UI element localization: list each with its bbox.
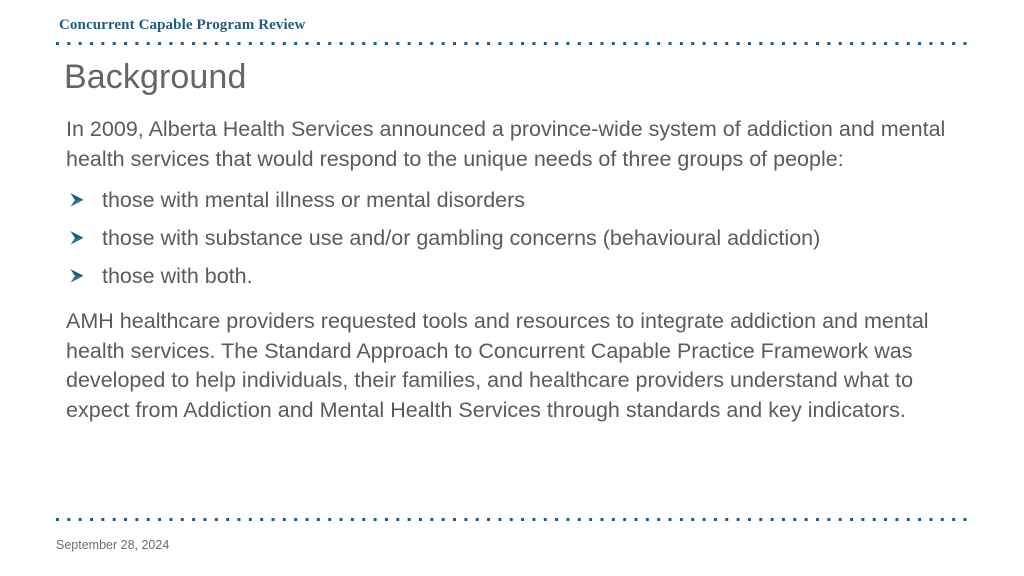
closing-paragraph: AMH healthcare providers requested tools… [66,308,929,422]
slide-header: Concurrent Capable Program Review [0,0,1024,52]
header-title: Concurrent Capable Program Review [59,17,306,33]
arrow-bullet-icon [68,189,88,209]
slide-content: In 2009, Alberta Health Services announc… [66,115,958,425]
intro-paragraph: In 2009, Alberta Health Services announc… [66,117,946,171]
bullet-list: those with mental illness or mental diso… [66,186,958,292]
list-item: those with both. [66,262,958,292]
page-title: Background [64,58,247,96]
arrow-bullet-icon [68,265,88,285]
list-item-label: those with mental illness or mental diso… [102,188,526,213]
arrow-bullet-icon [68,227,88,247]
slide: Concurrent Capable Program Review Backgr… [0,0,1024,576]
header-dotted-divider [56,42,968,45]
list-item-label: those with substance use and/or gambling… [102,226,821,251]
list-item: those with mental illness or mental diso… [66,186,958,216]
list-item-label: those with both. [102,264,253,289]
footer-dotted-divider [56,518,968,521]
footer-date: September 28, 2024 [56,538,170,552]
list-item: those with substance use and/or gambling… [66,224,958,254]
